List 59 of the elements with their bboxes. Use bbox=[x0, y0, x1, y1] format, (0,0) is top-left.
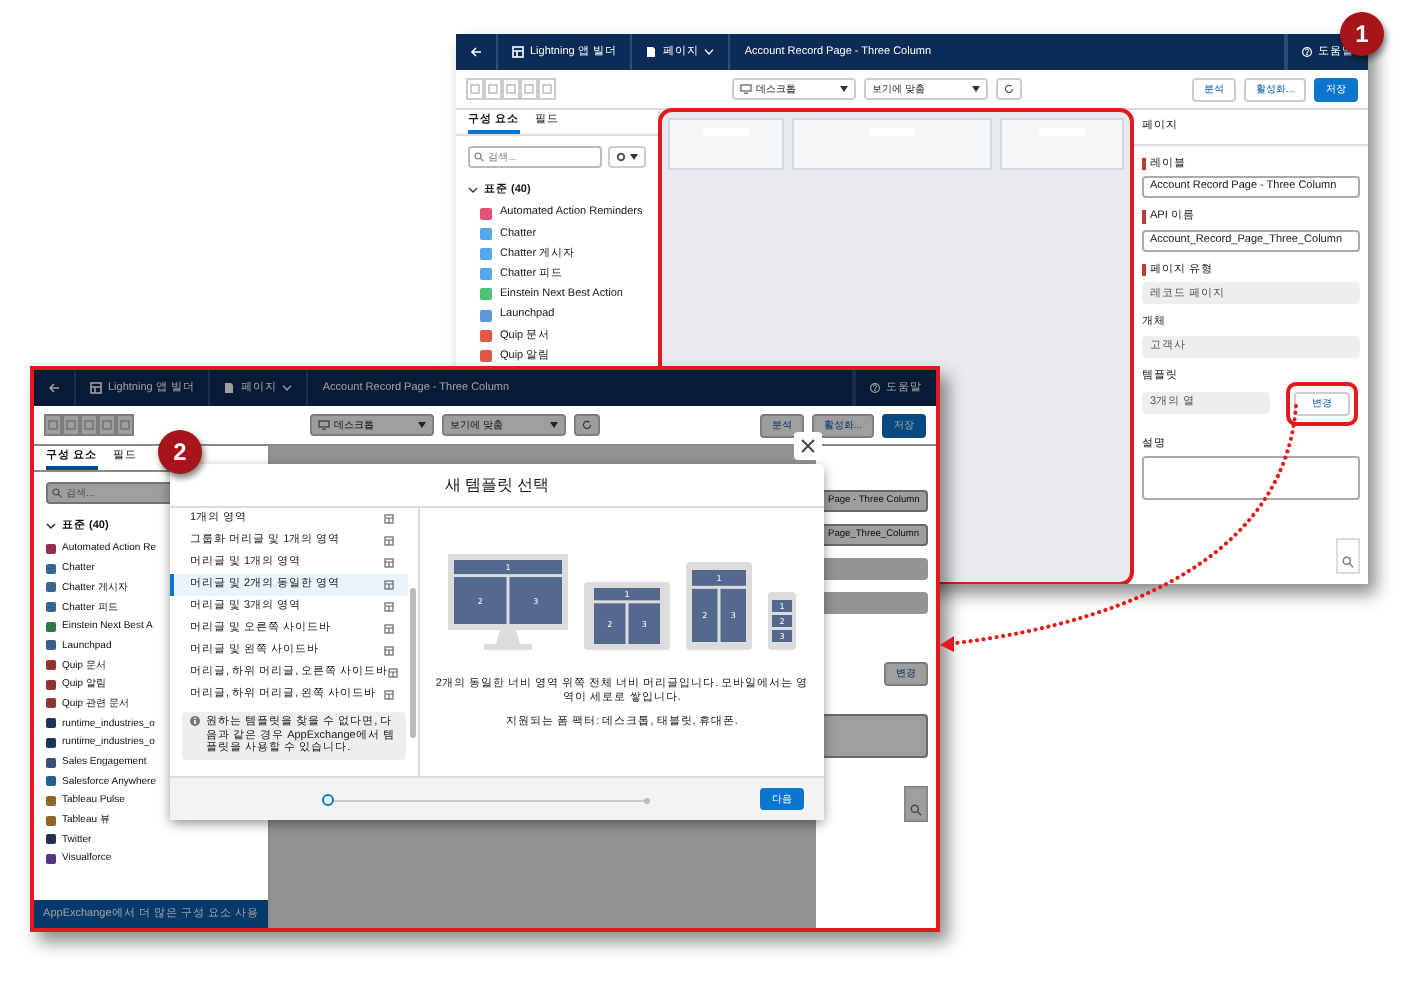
page-icon bbox=[646, 46, 657, 58]
refresh-icon[interactable] bbox=[1004, 84, 1014, 94]
layout-icon bbox=[388, 668, 401, 678]
refresh-button[interactable] bbox=[574, 414, 600, 436]
refresh-button[interactable] bbox=[996, 78, 1022, 100]
app-grid-icon bbox=[512, 46, 524, 58]
paste-button[interactable] bbox=[116, 414, 134, 436]
caret-down-icon bbox=[630, 154, 638, 160]
search-icon bbox=[52, 488, 62, 498]
caret-down-icon bbox=[840, 86, 848, 92]
back-arrow-icon[interactable] bbox=[470, 46, 482, 58]
chevron-down-icon[interactable] bbox=[704, 48, 715, 56]
copy-button[interactable] bbox=[98, 414, 116, 436]
chevron-down-icon[interactable] bbox=[282, 384, 293, 392]
settings-icon[interactable] bbox=[616, 152, 626, 162]
layout-icon bbox=[384, 690, 396, 700]
paste-button[interactable] bbox=[538, 78, 556, 100]
layout-icon bbox=[384, 580, 396, 590]
redo-button[interactable] bbox=[62, 414, 80, 436]
undo-button[interactable] bbox=[44, 414, 62, 436]
readonly-field bbox=[820, 592, 928, 614]
layout-icon bbox=[384, 624, 396, 634]
readonly-field bbox=[820, 558, 928, 580]
layout-icon bbox=[384, 514, 396, 524]
caret-down-icon bbox=[972, 86, 980, 92]
help-icon[interactable] bbox=[870, 382, 880, 394]
layout-icon bbox=[384, 536, 396, 546]
close-icon[interactable] bbox=[800, 438, 816, 454]
text-area[interactable] bbox=[820, 714, 928, 758]
copy-button[interactable] bbox=[520, 78, 538, 100]
redo-button[interactable] bbox=[484, 78, 502, 100]
chevron-icon[interactable] bbox=[468, 185, 478, 196]
chevron-icon[interactable] bbox=[46, 521, 56, 532]
page-icon bbox=[224, 382, 235, 394]
layout-icon bbox=[384, 602, 396, 612]
caret-down-icon bbox=[550, 422, 558, 428]
settings-menu-button[interactable] bbox=[608, 146, 646, 168]
monitor-icon bbox=[318, 420, 330, 430]
cut-button[interactable] bbox=[502, 78, 520, 100]
refresh-icon[interactable] bbox=[582, 420, 592, 430]
search-icon[interactable] bbox=[910, 804, 922, 816]
close-button[interactable] bbox=[794, 432, 822, 460]
layout-icon bbox=[384, 558, 396, 568]
zoom-control[interactable] bbox=[904, 786, 928, 822]
scrollbar-thumb[interactable] bbox=[410, 588, 416, 738]
zoom-control[interactable] bbox=[1336, 538, 1360, 575]
caret-down-icon bbox=[418, 422, 426, 428]
app-grid-icon bbox=[90, 382, 102, 394]
help-icon[interactable] bbox=[1302, 46, 1312, 58]
cut-button[interactable] bbox=[80, 414, 98, 436]
search-icon bbox=[474, 152, 484, 162]
info-icon bbox=[190, 716, 200, 726]
text-area[interactable] bbox=[1142, 456, 1360, 501]
back-arrow-icon[interactable] bbox=[48, 382, 60, 394]
undo-button[interactable] bbox=[466, 78, 484, 100]
monitor-icon bbox=[740, 84, 752, 94]
step-number-badge: 2 bbox=[158, 430, 202, 474]
search-icon[interactable] bbox=[1342, 556, 1354, 569]
layout-icon bbox=[384, 646, 396, 656]
